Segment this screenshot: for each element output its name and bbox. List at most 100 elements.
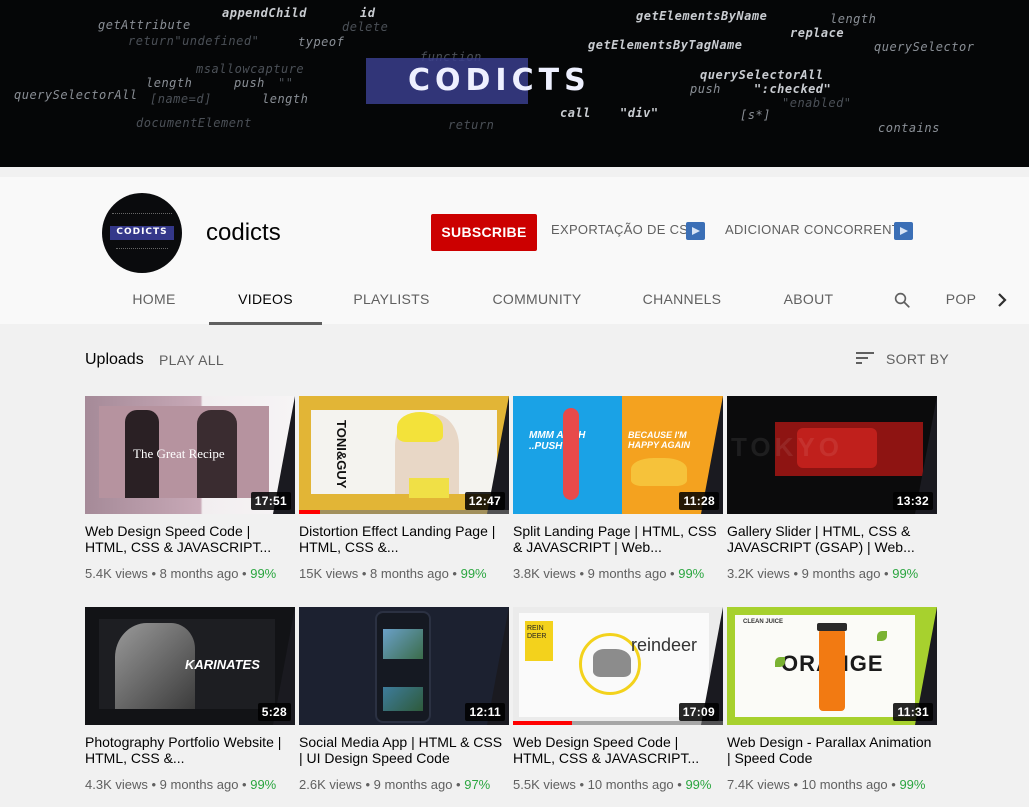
video-card[interactable]: CLEAN JUICE ORANGE 11:31 Web Design - Pa… (727, 607, 937, 807)
banner-code-text: length (830, 12, 877, 26)
banner-code-text: getElementsByName (636, 9, 768, 23)
video-duration: 12:11 (465, 703, 505, 721)
extension-play-icon[interactable] (894, 222, 913, 240)
video-metadata: 5.4K views • 8 months ago • 99% (85, 566, 277, 581)
banner-code-text: [s*] (740, 108, 771, 122)
video-card[interactable]: 12:11 Social Media App | HTML & CSS | UI… (299, 607, 509, 807)
video-thumbnail[interactable]: TOKYO 13:32 (727, 396, 937, 514)
add-competitor-link[interactable]: ADICIONAR CONCORRENTE (725, 222, 909, 237)
avatar-logo-text: CODICTS (116, 227, 168, 237)
video-title[interactable]: Photography Portfolio Website | HTML, CS… (85, 734, 290, 766)
thumbnail-artwork (397, 412, 443, 442)
video-title[interactable]: Gallery Slider | HTML, CSS & JAVASCRIPT … (727, 523, 932, 555)
video-duration: 11:31 (893, 703, 933, 721)
video-card[interactable]: MMM AHHH ..PUSH IT! BECAUSE I'M HAPPY AG… (513, 396, 723, 596)
like-ratio: 99% (250, 777, 277, 792)
upload-age: 10 months ago (801, 777, 888, 792)
banner-logo: CODICTS (408, 63, 591, 98)
thumbnail-artwork (383, 687, 423, 711)
video-title[interactable]: Web Design Speed Code | HTML, CSS & JAVA… (513, 734, 718, 766)
video-duration: 17:51 (250, 492, 291, 510)
thumbnail-text: BECAUSE I'M HAPPY AGAIN (628, 430, 691, 450)
banner-code-text: typeof (298, 35, 345, 49)
video-card[interactable]: TONI&GUY 12:47 Distortion Effect Landing… (299, 396, 509, 596)
thumbnail-text: The Great Recipe (133, 446, 225, 461)
view-count: 3.2K views (727, 566, 790, 581)
channel-header: CODICTS codicts SUBSCRIBE EXPORTAÇÃO DE … (0, 177, 1029, 325)
thumbnail-artwork (631, 458, 687, 486)
banner-code-text: length (262, 92, 309, 106)
video-thumbnail[interactable]: CLEAN JUICE ORANGE 11:31 (727, 607, 937, 725)
like-ratio: 99% (250, 566, 277, 581)
banner-code-text: querySelector (874, 40, 975, 54)
thumbnail-text: REIN DEER (525, 621, 553, 661)
tab-about[interactable]: ABOUT (772, 275, 845, 324)
banner-code-text: call (560, 106, 591, 120)
export-csv-link[interactable]: EXPORTAÇÃO DE CSV (551, 222, 697, 237)
video-title[interactable]: Split Landing Page | HTML, CSS & JAVASCR… (513, 523, 718, 555)
subscribe-button[interactable]: SUBSCRIBE (431, 214, 537, 251)
thumbnail-artwork (877, 631, 887, 641)
tab-playlists[interactable]: PLAYLISTS (340, 275, 443, 324)
thumbnail-text: CLEAN JUICE (743, 619, 784, 625)
banner-code-text: documentElement (136, 116, 252, 130)
thumbnail-artwork (593, 649, 631, 677)
banner-code-text: delete (342, 20, 389, 34)
search-icon[interactable] (893, 291, 911, 309)
video-card[interactable]: KARINATES 5:28 Photography Portfolio Web… (85, 607, 295, 807)
channel-banner: appendChild id getAttribute delete getEl… (0, 0, 1029, 167)
thumbnail-artwork (819, 627, 845, 711)
sort-by-button[interactable]: SORT BY (886, 351, 949, 367)
video-card[interactable]: The Great Recipe 17:51 Web Design Speed … (85, 396, 295, 596)
tab-channels[interactable]: CHANNELS (630, 275, 734, 324)
video-thumbnail[interactable]: REIN DEER reindeer 17:09 (513, 607, 723, 725)
banner-code-text: id (360, 6, 376, 20)
video-duration: 17:09 (678, 703, 719, 721)
video-title[interactable]: Social Media App | HTML & CSS | UI Desig… (299, 734, 504, 766)
banner-code-text: ":checked" (754, 82, 832, 96)
banner-code-text: return"undefined" (128, 34, 260, 48)
thumbnail-text: KARINATES (185, 657, 260, 672)
video-thumbnail[interactable]: MMM AHHH ..PUSH IT! BECAUSE I'M HAPPY AG… (513, 396, 723, 514)
like-ratio: 99% (678, 566, 705, 581)
video-thumbnail[interactable]: TONI&GUY 12:47 (299, 396, 509, 514)
video-card[interactable]: REIN DEER reindeer 17:09 Web Design Spee… (513, 607, 723, 807)
upload-age: 8 months ago (159, 566, 239, 581)
sort-icon[interactable] (856, 351, 874, 365)
video-title[interactable]: Web Design - Parallax Animation | Speed … (727, 734, 932, 766)
view-count: 15K views (299, 566, 359, 581)
view-count: 5.4K views (85, 566, 148, 581)
like-ratio: 99% (892, 566, 919, 581)
view-count: 4.3K views (85, 777, 148, 792)
like-ratio: 99% (899, 777, 926, 792)
tab-home[interactable]: HOME (118, 275, 190, 324)
channel-tabs: HOME VIDEOS PLAYLISTS COMMUNITY CHANNELS… (0, 275, 1029, 324)
banner-code-text: contains (878, 121, 940, 135)
thumbnail-text: TONI&GUY (334, 420, 349, 489)
video-thumbnail[interactable]: The Great Recipe 17:51 (85, 396, 295, 514)
thumbnail-artwork (383, 629, 423, 659)
video-metadata: 4.3K views • 9 months ago • 99% (85, 777, 277, 792)
thumbnail-artwork (115, 623, 195, 709)
video-title[interactable]: Web Design Speed Code | HTML, CSS & JAVA… (85, 523, 290, 555)
tab-community[interactable]: COMMUNITY (478, 275, 596, 324)
upload-age: 8 months ago (370, 566, 449, 581)
banner-code-text: push (234, 76, 265, 90)
chevron-right-icon[interactable] (995, 291, 1009, 309)
banner-code-text: length (146, 76, 193, 90)
upload-age: 9 months ago (587, 566, 667, 581)
video-title[interactable]: Distortion Effect Landing Page | HTML, C… (299, 523, 504, 555)
banner-code-text: [name=d] (150, 92, 212, 106)
tab-videos[interactable]: VIDEOS (209, 275, 322, 324)
video-thumbnail[interactable]: 12:11 (299, 607, 509, 725)
tab-popular[interactable]: POP (940, 275, 982, 324)
channel-name: codicts (206, 219, 281, 246)
play-all-button[interactable]: PLAY ALL (159, 352, 224, 368)
extension-play-icon[interactable] (686, 222, 705, 240)
video-metadata: 3.2K views • 9 months ago • 99% (727, 566, 919, 581)
banner-code-text: return (448, 118, 495, 132)
video-card[interactable]: TOKYO 13:32 Gallery Slider | HTML, CSS &… (727, 396, 937, 596)
banner-code-text: push (690, 82, 721, 96)
video-thumbnail[interactable]: KARINATES 5:28 (85, 607, 295, 725)
channel-avatar[interactable]: CODICTS (102, 193, 182, 273)
